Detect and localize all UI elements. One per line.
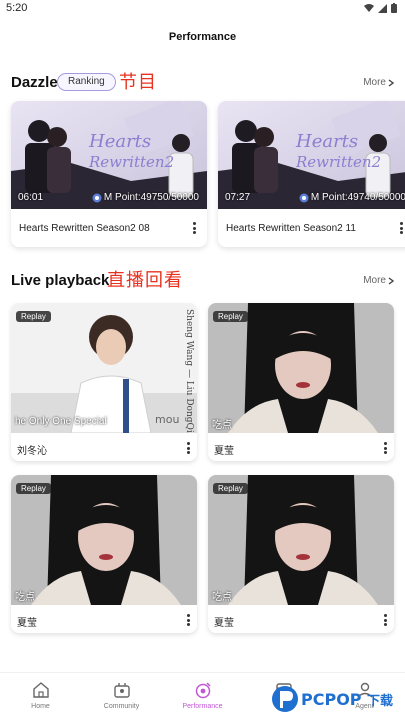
streamer-name: 夏莹 <box>214 446 234 457</box>
m-point-value: M Point:49740/50000 <box>310 192 405 203</box>
side-text: Sheng Wang — Liu DongQin <box>184 309 194 433</box>
nav-label: Home <box>31 703 50 710</box>
battery-icon <box>391 3 397 13</box>
ranking-button[interactable]: Ranking <box>57 73 116 91</box>
more-options-icon[interactable] <box>380 613 390 627</box>
thumbnail-caption: 吃点 <box>212 592 232 603</box>
playback-thumbnail <box>208 475 394 605</box>
dazzle-more-label: More <box>363 77 386 88</box>
art-text-2: Rewritten2 <box>295 153 381 171</box>
dazzle-more-link[interactable]: More <box>363 77 394 88</box>
streamer-name: 夏莹 <box>214 618 234 629</box>
more-options-icon[interactable] <box>380 441 390 455</box>
video-duration: 07:27 <box>225 192 251 203</box>
playback-thumbnail: Sheng Wang — Liu DongQin mou <box>11 303 197 433</box>
replay-badge: Replay <box>213 311 248 322</box>
page-title: Performance <box>168 31 237 43</box>
dazzle-annotation: 节目 <box>119 72 157 92</box>
watermark-brand: PCPOP <box>301 690 362 709</box>
m-point-badge: M Point:49750/50000 <box>92 192 199 203</box>
playback-card[interactable]: Replay 吃点 夏莹 <box>208 303 394 461</box>
playback-more-link[interactable]: More <box>363 275 394 286</box>
dazzle-section-title: Dazzle <box>11 74 58 91</box>
chevron-right-icon <box>388 78 394 87</box>
dazzle-card[interactable]: Hearts Rewritten2 07:27 M Point:49740/50… <box>218 101 405 247</box>
m-point-icon <box>92 193 102 202</box>
community-icon <box>113 683 130 698</box>
more-options-icon[interactable] <box>183 613 193 627</box>
playback-section-title: Live playback <box>11 272 110 289</box>
art-text-1: Hearts <box>295 131 358 152</box>
replay-badge: Replay <box>16 311 51 322</box>
status-bar: 5:20 <box>0 0 405 18</box>
dazzle-card-title: Hearts Rewritten Season2 11 <box>226 223 356 234</box>
more-options-icon[interactable] <box>189 221 199 235</box>
signal-icon <box>378 3 387 13</box>
playback-thumbnail <box>11 475 197 605</box>
playback-section-header: Live playback 直播回看 More <box>11 268 394 296</box>
streamer-name: 夏莹 <box>17 618 37 629</box>
status-icons <box>364 3 397 13</box>
playback-card[interactable]: Replay 吃点 夏莹 <box>208 475 394 633</box>
video-duration: 06:01 <box>18 192 44 203</box>
thumbnail-caption: 吃点 <box>15 592 35 603</box>
home-icon <box>32 682 49 698</box>
nav-item-home[interactable]: Home <box>0 673 81 720</box>
playback-thumbnail <box>208 303 394 433</box>
streamer-name: 刘冬沁 <box>17 446 47 457</box>
nav-label: Performance <box>182 703 223 710</box>
mou-text: mou <box>155 413 179 426</box>
dazzle-card[interactable]: Hearts Rewritten2 06:01 M Point:49750/50… <box>11 101 207 247</box>
chevron-right-icon <box>388 276 394 285</box>
status-time: 5:20 <box>6 2 28 14</box>
playback-more-label: More <box>363 275 386 286</box>
app-root: 5:20 Performance Dazzle Ranking 节目 More <box>0 0 405 720</box>
m-point-icon <box>299 193 309 202</box>
replay-badge: Replay <box>213 483 248 494</box>
more-options-icon[interactable] <box>396 221 405 235</box>
nav-item-performance[interactable]: Performance <box>162 673 243 720</box>
performance-icon <box>195 682 211 699</box>
art-text-2: Rewritten2 <box>88 153 174 171</box>
thumbnail-caption: he Only One Special <box>15 416 107 427</box>
nav-item-community[interactable]: Community <box>81 673 162 720</box>
top-header: Performance <box>0 22 405 52</box>
thumbnail-caption: 吃点 <box>212 420 232 431</box>
dazzle-section-header: Dazzle Ranking 节目 More <box>11 70 394 98</box>
pcpop-watermark: PCPOP 下载 <box>271 681 401 717</box>
more-options-icon[interactable] <box>183 441 193 455</box>
art-text-1: Hearts <box>88 131 151 152</box>
playback-card[interactable]: Replay 吃点 夏莹 <box>11 475 197 633</box>
wifi-icon <box>364 3 374 12</box>
m-point-badge: M Point:49740/50000 <box>299 192 405 203</box>
m-point-value: M Point:49750/50000 <box>103 192 199 203</box>
playback-annotation: 直播回看 <box>107 270 183 290</box>
dazzle-card-title: Hearts Rewritten Season2 08 <box>19 223 150 234</box>
watermark-suffix: 下载 <box>367 693 393 709</box>
replay-badge: Replay <box>16 483 51 494</box>
nav-label: Community <box>103 703 140 710</box>
playback-card[interactable]: Sheng Wang — Liu DongQin mou Replay he O… <box>11 303 197 461</box>
